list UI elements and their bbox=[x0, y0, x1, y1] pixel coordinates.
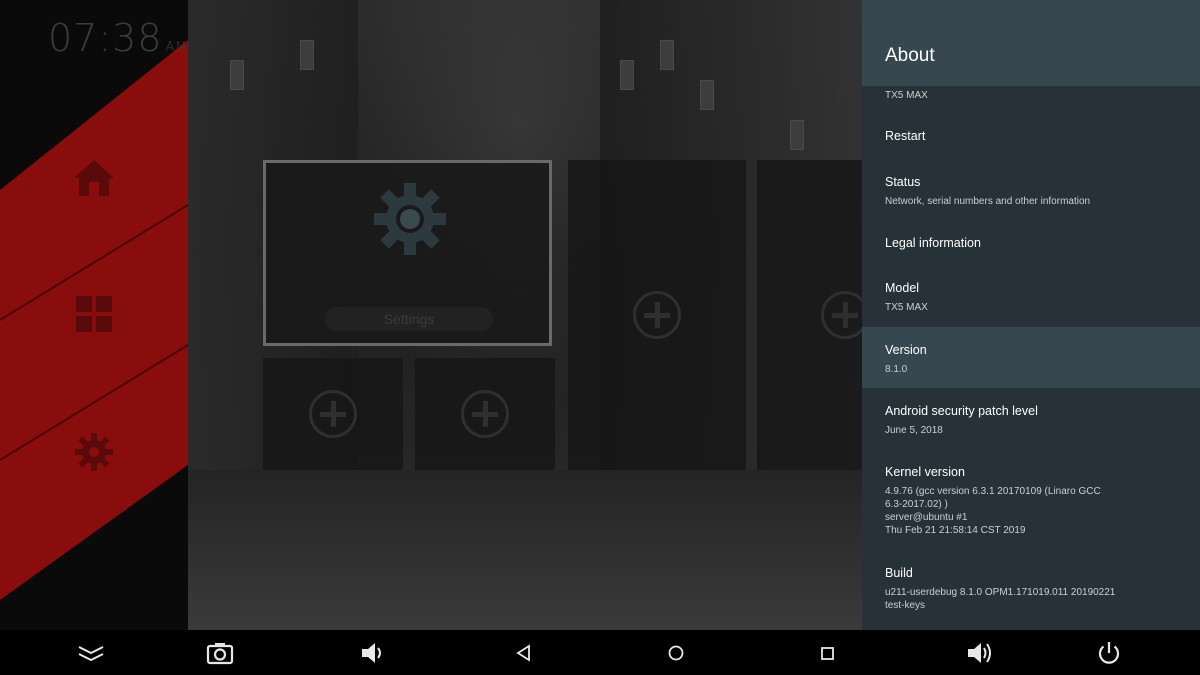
volume-down-icon bbox=[362, 642, 381, 663]
sidebar-item-home[interactable] bbox=[70, 156, 118, 200]
device-name: TX5 MAX bbox=[885, 90, 928, 101]
collapse-chevrons-icon bbox=[78, 645, 104, 661]
gear-icon bbox=[75, 433, 113, 471]
sidebar-item-apps[interactable] bbox=[70, 292, 118, 336]
wallpaper-window bbox=[620, 60, 634, 90]
add-app-tile[interactable] bbox=[568, 160, 746, 470]
screenshot-button[interactable] bbox=[198, 630, 242, 675]
add-icon bbox=[309, 390, 357, 438]
list-item-kernel-version[interactable]: Kernel version 4.9.76 (gcc version 6.3.1… bbox=[862, 450, 1200, 550]
volume-up-icon bbox=[968, 642, 991, 663]
recents-button[interactable] bbox=[805, 630, 849, 675]
list-item-subtitle: 4.9.76 (gcc version 6.3.1 20170109 (Lina… bbox=[885, 486, 1101, 536]
clock: 07:38 AM bbox=[48, 16, 188, 60]
list-item-model[interactable]: Model TX5 MAX bbox=[862, 266, 1200, 326]
add-icon bbox=[461, 390, 509, 438]
home-circle-icon bbox=[668, 645, 684, 660]
wallpaper-window bbox=[230, 60, 244, 90]
camera-icon bbox=[206, 642, 234, 664]
volume-up-button[interactable] bbox=[958, 630, 1002, 675]
list-item-title: Kernel version bbox=[885, 465, 965, 479]
clock-time: 07:38 bbox=[48, 16, 163, 60]
settings-tile-label: Settings bbox=[325, 307, 493, 331]
panel-header: About bbox=[862, 0, 1200, 86]
back-button[interactable] bbox=[502, 630, 546, 675]
list-item-title: Android security patch level bbox=[885, 404, 1038, 418]
system-navigation-bar bbox=[0, 630, 1200, 675]
home-button[interactable] bbox=[654, 630, 698, 675]
list-item-title: Restart bbox=[885, 129, 926, 143]
list-item-status[interactable]: Status Network, serial numbers and other… bbox=[862, 164, 1200, 222]
list-item-version[interactable]: Version 8.1.0 bbox=[862, 327, 1200, 388]
device-name-row: TX5 MAX bbox=[862, 86, 1200, 108]
power-button[interactable] bbox=[1087, 630, 1131, 675]
power-icon bbox=[1098, 641, 1120, 664]
wallpaper-window bbox=[790, 120, 804, 150]
wallpaper-window bbox=[660, 40, 674, 70]
add-app-tile[interactable] bbox=[415, 358, 555, 470]
add-app-tile[interactable] bbox=[757, 160, 869, 470]
list-item-subtitle: 8.1.0 bbox=[885, 364, 908, 375]
list-item-title: Legal information bbox=[885, 236, 981, 250]
collapse-button[interactable] bbox=[69, 630, 113, 675]
gear-icon bbox=[374, 183, 446, 255]
settings-tile[interactable]: Settings bbox=[263, 160, 552, 346]
list-item-security-patch[interactable]: Android security patch level June 5, 201… bbox=[862, 388, 1200, 450]
list-item-title: Version bbox=[885, 343, 927, 357]
wallpaper-window bbox=[300, 40, 314, 70]
list-item-restart[interactable]: Restart bbox=[862, 108, 1200, 164]
back-triangle-icon bbox=[516, 643, 530, 662]
list-item-subtitle: June 5, 2018 bbox=[885, 425, 943, 436]
clock-ampm: AM bbox=[165, 40, 188, 55]
recents-square-icon bbox=[821, 646, 834, 660]
list-item-legal[interactable]: Legal information bbox=[862, 222, 1200, 266]
sidebar-item-settings[interactable] bbox=[70, 430, 118, 474]
page-title: About bbox=[885, 45, 935, 66]
wallpaper-window bbox=[700, 80, 714, 110]
add-icon bbox=[633, 291, 681, 339]
list-item-title: Model bbox=[885, 281, 920, 295]
list-item-title: Build bbox=[885, 566, 913, 580]
list-item-subtitle: Network, serial numbers and other inform… bbox=[885, 196, 1091, 207]
list-item-subtitle: TX5 MAX bbox=[885, 302, 928, 313]
list-item-subtitle: u211-userdebug 8.1.0 OPM1.171019.011 201… bbox=[885, 587, 1116, 611]
launcher-sidebar: 07:38 AM bbox=[0, 0, 188, 630]
volume-down-button[interactable] bbox=[351, 630, 395, 675]
apps-grid-icon bbox=[76, 296, 112, 332]
add-app-tile[interactable] bbox=[263, 358, 403, 470]
list-item-build[interactable]: Build u211-userdebug 8.1.0 OPM1.171019.0… bbox=[862, 550, 1200, 630]
home-icon bbox=[74, 160, 114, 196]
wallpaper-street bbox=[188, 470, 862, 630]
list-item-title: Status bbox=[885, 175, 921, 189]
about-settings-panel: About TX5 MAX Restart Status Network, se… bbox=[862, 0, 1200, 630]
